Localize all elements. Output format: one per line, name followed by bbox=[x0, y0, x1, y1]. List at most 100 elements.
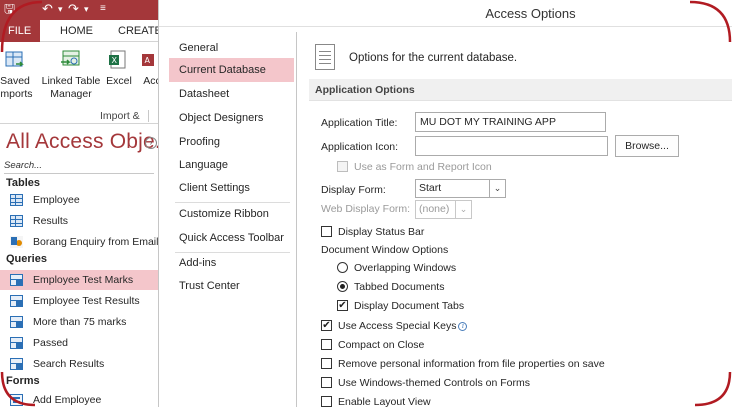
tab-create[interactable]: CREATE bbox=[118, 24, 158, 38]
nav-item-label: Employee Test Marks bbox=[33, 274, 134, 286]
query-icon bbox=[10, 337, 23, 349]
nav-item-query[interactable]: More than 75 marks bbox=[0, 312, 158, 332]
nav-item-label: Results bbox=[33, 215, 69, 227]
linked-table-manager-button[interactable]: Linked Table Manager bbox=[40, 48, 102, 101]
nav-section-tables[interactable]: Tables bbox=[6, 177, 40, 189]
overlapping-windows-label: Overlapping Windows bbox=[354, 262, 457, 274]
use-access-special-keys-checkbox[interactable]: ✔ bbox=[321, 320, 332, 331]
app-title-label: Application Title: bbox=[321, 117, 398, 129]
nav-section-forms[interactable]: Forms bbox=[6, 375, 40, 387]
saved-imports-button[interactable]: Saved Imports bbox=[0, 48, 38, 101]
saved-imports-label-1: Saved bbox=[0, 75, 30, 87]
ribbon-tabs: FILE HOME CREATE bbox=[0, 20, 158, 42]
category-proofing[interactable]: Proofing bbox=[169, 130, 294, 154]
display-document-tabs-checkbox[interactable]: ✔ bbox=[337, 300, 348, 311]
save-icon[interactable]: 🖫 bbox=[4, 1, 15, 17]
category-language[interactable]: Language bbox=[169, 153, 294, 177]
access-app-window: 🖫 ↶ ▾ ↷ ▾ ≡ FILE HOME CREATE Saved Impor… bbox=[0, 0, 158, 407]
nav-item-query[interactable]: Employee Test Marks bbox=[0, 270, 158, 290]
navigation-pane: All Access Obje... › Search... Tables Em… bbox=[0, 124, 158, 407]
import-access-button[interactable]: A Acc bbox=[140, 48, 158, 88]
nav-item-query[interactable]: Passed bbox=[0, 333, 158, 353]
options-heading: Options for the current database. bbox=[349, 52, 518, 64]
use-access-special-keys-row: Use Access Special Keys i bbox=[338, 320, 468, 332]
compact-on-close-checkbox[interactable] bbox=[321, 339, 332, 350]
undo-dropdown-icon[interactable]: ▾ bbox=[58, 1, 63, 17]
database-options-icon bbox=[315, 44, 335, 70]
linked-table-label-2: Manager bbox=[50, 88, 92, 100]
query-icon bbox=[10, 274, 23, 286]
windows-themed-controls-checkbox[interactable] bbox=[321, 377, 332, 388]
overlapping-windows-radio[interactable] bbox=[337, 262, 348, 273]
nav-item-table[interactable]: Borang Enquiry from Email bbox=[0, 232, 158, 252]
linked-table-manager-icon bbox=[59, 48, 83, 72]
saved-imports-label-2: Imports bbox=[0, 88, 33, 100]
import-excel-button[interactable]: X Excel bbox=[104, 48, 134, 88]
display-document-tabs-label: Display Document Tabs bbox=[354, 300, 465, 312]
browse-button[interactable]: Browse... bbox=[615, 135, 679, 157]
access-options-dialog: Access Options General Current Database … bbox=[159, 0, 732, 407]
nav-item-table[interactable]: Employee bbox=[0, 190, 158, 210]
nav-item-label: Borang Enquiry from Email bbox=[33, 236, 158, 248]
remove-personal-info-checkbox[interactable] bbox=[321, 358, 332, 369]
web-display-form-select[interactable]: (none) ⌄ bbox=[415, 200, 472, 219]
undo-icon[interactable]: ↶ bbox=[42, 1, 53, 17]
tabbed-documents-radio[interactable] bbox=[337, 281, 348, 292]
linked-table-icon bbox=[10, 236, 23, 248]
nav-item-form[interactable]: Add Employee bbox=[0, 390, 158, 407]
app-title-input[interactable]: MU DOT MY TRAINING APP bbox=[415, 112, 606, 132]
table-icon bbox=[10, 194, 23, 206]
options-content-pane: Options for the current database. Applic… bbox=[307, 32, 732, 407]
nav-item-query[interactable]: Employee Test Results bbox=[0, 291, 158, 311]
display-form-label: Display Form: bbox=[321, 184, 386, 196]
category-datasheet[interactable]: Datasheet bbox=[169, 82, 294, 106]
category-customize-ribbon[interactable]: Customize Ribbon bbox=[169, 202, 294, 226]
nav-pane-title[interactable]: All Access Obje... bbox=[6, 130, 158, 154]
remove-personal-info-label: Remove personal information from file pr… bbox=[338, 358, 605, 370]
tab-file[interactable]: FILE bbox=[0, 20, 40, 42]
app-icon-input[interactable] bbox=[415, 136, 608, 156]
nav-item-label: Add Employee bbox=[33, 394, 102, 406]
category-add-ins[interactable]: Add-ins bbox=[169, 251, 294, 275]
display-form-select[interactable]: Start ⌄ bbox=[415, 179, 506, 198]
category-client-settings[interactable]: Client Settings bbox=[169, 176, 294, 200]
redo-icon[interactable]: ↷ bbox=[68, 1, 79, 17]
saved-imports-icon bbox=[3, 48, 27, 72]
category-current-database[interactable]: Current Database bbox=[169, 58, 294, 82]
redo-dropdown-icon[interactable]: ▾ bbox=[84, 1, 89, 17]
use-as-icon-checkbox[interactable] bbox=[337, 161, 348, 172]
access-label: Acc bbox=[143, 75, 158, 87]
compact-on-close-label: Compact on Close bbox=[338, 339, 425, 351]
nav-pane-chevron-icon[interactable]: › bbox=[145, 137, 157, 149]
nav-search-input[interactable]: Search... bbox=[4, 160, 154, 174]
category-quick-access-toolbar[interactable]: Quick Access Toolbar bbox=[169, 226, 294, 250]
web-display-form-label: Web Display Form: bbox=[321, 203, 411, 215]
linked-table-label-1: Linked Table bbox=[41, 75, 101, 87]
category-general[interactable]: General bbox=[169, 36, 294, 60]
excel-icon: X bbox=[107, 48, 131, 72]
nav-item-label: Employee Test Results bbox=[33, 295, 140, 307]
nav-section-queries[interactable]: Queries bbox=[6, 253, 47, 265]
tab-home[interactable]: HOME bbox=[60, 24, 93, 38]
chevron-down-icon: ⌄ bbox=[455, 201, 471, 218]
svg-text:X: X bbox=[112, 56, 118, 65]
nav-item-label: Employee bbox=[33, 194, 80, 206]
category-trust-center[interactable]: Trust Center bbox=[169, 274, 294, 298]
web-display-form-value: (none) bbox=[419, 203, 450, 215]
category-object-designers[interactable]: Object Designers bbox=[169, 106, 294, 130]
doc-window-options-label: Document Window Options bbox=[321, 244, 449, 256]
options-header: Options for the current database. bbox=[315, 44, 725, 74]
customize-qat-icon[interactable]: ≡ bbox=[100, 1, 106, 17]
enable-layout-view-checkbox[interactable] bbox=[321, 396, 332, 407]
nav-item-label: More than 75 marks bbox=[33, 316, 127, 328]
chevron-down-icon: ⌄ bbox=[489, 180, 505, 197]
use-as-icon-label: Use as Form and Report Icon bbox=[354, 161, 492, 173]
info-icon[interactable]: i bbox=[458, 322, 468, 331]
nav-item-table[interactable]: Results bbox=[0, 211, 158, 231]
display-status-bar-checkbox[interactable] bbox=[321, 226, 332, 237]
dialog-title-bar[interactable]: Access Options bbox=[159, 0, 732, 27]
app-icon-label: Application Icon: bbox=[321, 141, 399, 153]
section-header-application-options: Application Options bbox=[309, 79, 732, 101]
windows-themed-controls-label: Use Windows-themed Controls on Forms bbox=[338, 377, 530, 389]
nav-item-query[interactable]: Search Results bbox=[0, 354, 158, 374]
